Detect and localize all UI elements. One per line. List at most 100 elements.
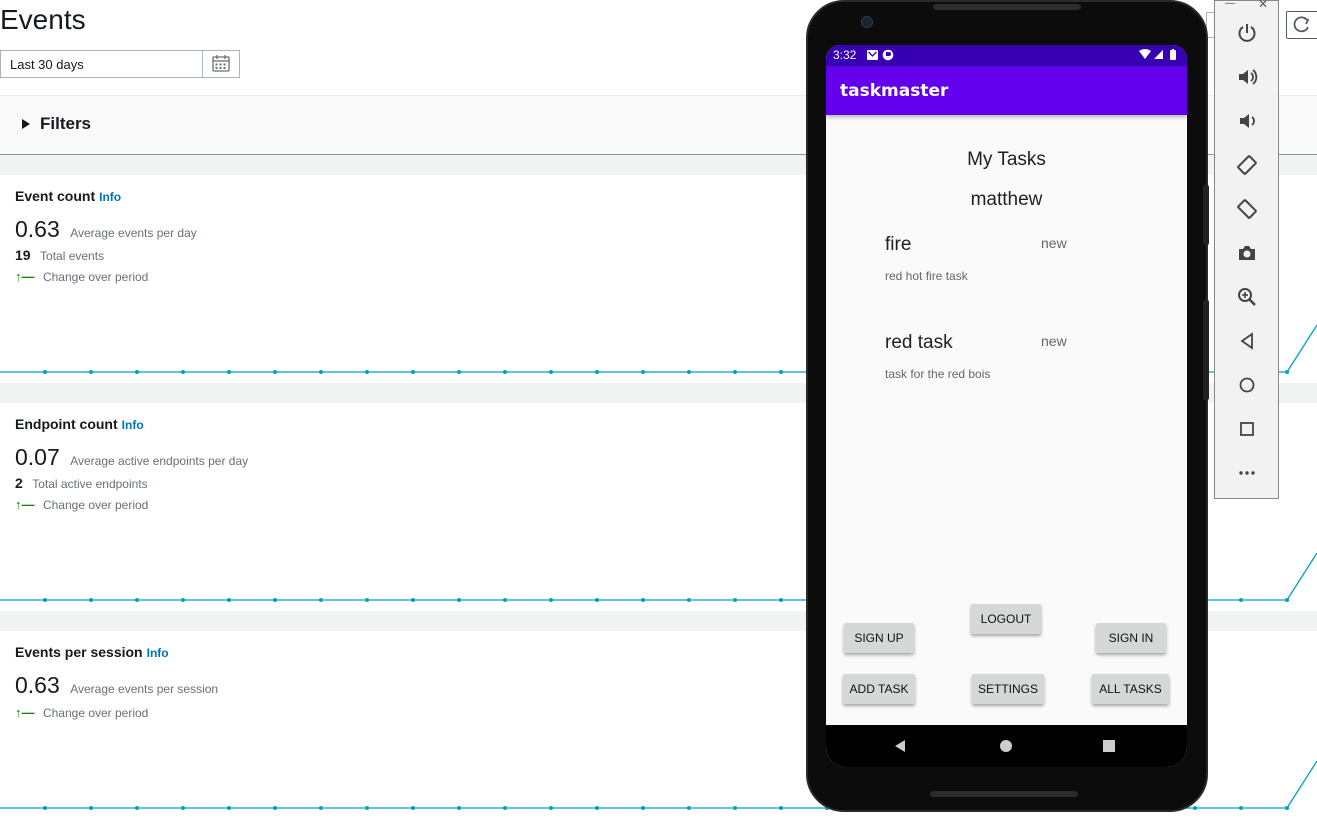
- series-point: [89, 370, 93, 374]
- series-point: [503, 806, 507, 810]
- zoom-icon: [1237, 288, 1256, 306]
- refresh-button[interactable]: [1286, 11, 1317, 39]
- app-bar: taskmaster: [826, 66, 1187, 115]
- rotate-right-icon: [1236, 199, 1257, 219]
- series-point: [641, 806, 645, 810]
- total-label: Total active endpoints: [32, 477, 148, 491]
- series-point: [595, 806, 599, 810]
- power-icon: [1238, 24, 1255, 42]
- zoom-button[interactable]: [1215, 275, 1278, 319]
- task-item[interactable]: red task new task for the red bois: [826, 328, 1187, 408]
- calendar-icon: [212, 55, 230, 72]
- sign-up-button[interactable]: SIGN UP: [844, 623, 914, 653]
- more-button[interactable]: [1215, 451, 1278, 495]
- metric-value: 0.63: [15, 672, 60, 698]
- series-point: [89, 598, 93, 602]
- nav-home-icon[interactable]: [998, 738, 1014, 754]
- series-point: [365, 370, 369, 374]
- series-point: [503, 370, 507, 374]
- emulator-toolbar: — ✕: [1214, 0, 1279, 499]
- metric-label: Average active endpoints per day: [70, 454, 249, 468]
- series-point: [227, 806, 231, 810]
- series-point: [549, 806, 553, 810]
- task-body: task for the red bois: [885, 367, 991, 381]
- total-row: 2 Total active endpoints: [15, 475, 148, 493]
- series-point: [411, 370, 415, 374]
- volume-up-button[interactable]: [1215, 55, 1278, 99]
- all-tasks-button[interactable]: ALL TASKS: [1092, 674, 1169, 704]
- username-label: matthew: [970, 189, 1043, 210]
- series-point: [181, 806, 185, 810]
- series-point: [1285, 598, 1289, 602]
- nav-overview-icon[interactable]: [1102, 739, 1116, 753]
- metric-value: 0.07: [15, 444, 60, 470]
- expand-triangle-icon[interactable]: [22, 119, 30, 129]
- total-row: 19 Total events: [15, 247, 104, 265]
- series-point: [273, 598, 277, 602]
- series-point: [779, 370, 783, 374]
- filters-toggle[interactable]: Filters: [40, 114, 91, 134]
- power-button[interactable]: [1215, 11, 1278, 55]
- series-point: [365, 598, 369, 602]
- calendar-button[interactable]: [202, 50, 240, 78]
- series-point: [687, 598, 691, 602]
- series-point: [181, 598, 185, 602]
- arrow-up-icon: ↑—: [15, 497, 35, 512]
- metric-row: 0.63 Average events per session: [15, 672, 218, 699]
- more-icon: [1238, 471, 1255, 475]
- signal-battery-icons: [1139, 49, 1176, 60]
- notification-icons: [867, 49, 894, 61]
- total-label: Total events: [40, 249, 105, 263]
- info-link[interactable]: Info: [122, 418, 144, 432]
- series-point: [641, 370, 645, 374]
- series-point: [273, 370, 277, 374]
- app-title: taskmaster: [840, 81, 949, 101]
- minimize-icon[interactable]: —: [1225, 0, 1235, 9]
- volume-down-icon: [1239, 114, 1255, 128]
- side-button[interactable]: [1203, 300, 1209, 400]
- back-button[interactable]: [1215, 319, 1278, 363]
- series-point: [733, 806, 737, 810]
- card-title: Events per session: [15, 644, 143, 660]
- event-count-header: Event count Info: [15, 188, 121, 206]
- series-point: [411, 806, 415, 810]
- series-point: [1285, 370, 1289, 374]
- series-point: [43, 598, 47, 602]
- add-task-button[interactable]: ADD TASK: [843, 674, 915, 704]
- sign-in-button[interactable]: SIGN IN: [1096, 623, 1166, 653]
- settings-button[interactable]: SETTINGS: [972, 674, 1044, 704]
- series-point: [43, 806, 47, 810]
- close-icon[interactable]: ✕: [1258, 0, 1268, 10]
- android-nav-bar: [826, 725, 1187, 767]
- status-bar: 3:32: [826, 45, 1187, 66]
- info-link[interactable]: Info: [147, 646, 169, 660]
- volume-down-button[interactable]: [1215, 99, 1278, 143]
- info-link[interactable]: Info: [99, 190, 121, 204]
- series-point: [457, 370, 461, 374]
- volume-up-icon: [1238, 69, 1257, 85]
- date-range-value: Last 30 days: [10, 57, 84, 72]
- series-point: [89, 806, 93, 810]
- series-point: [595, 598, 599, 602]
- rotate-right-button[interactable]: [1215, 187, 1278, 231]
- series-point: [1239, 598, 1243, 602]
- camera-icon: [1238, 246, 1255, 260]
- logout-button[interactable]: LOGOUT: [971, 604, 1041, 634]
- side-button[interactable]: [1203, 185, 1209, 245]
- home-button[interactable]: [1215, 363, 1278, 407]
- overview-button[interactable]: [1215, 407, 1278, 451]
- status-time: 3:32: [833, 48, 857, 62]
- arrow-up-icon: ↑—: [15, 705, 35, 720]
- task-item[interactable]: fire new red hot fire task: [826, 230, 1187, 310]
- rotate-left-icon: [1236, 155, 1257, 175]
- series-point: [733, 598, 737, 602]
- metric-row: 0.07 Average active endpoints per day: [15, 444, 248, 471]
- task-state: new: [1041, 333, 1067, 349]
- rotate-left-button[interactable]: [1215, 143, 1278, 187]
- metric-row: 0.63 Average events per day: [15, 216, 197, 243]
- nav-back-icon[interactable]: [892, 738, 908, 754]
- series-point: [181, 370, 185, 374]
- endpoint-count-header: Endpoint count Info: [15, 416, 144, 434]
- events-per-session-header: Events per session Info: [15, 644, 169, 662]
- screenshot-button[interactable]: [1215, 231, 1278, 275]
